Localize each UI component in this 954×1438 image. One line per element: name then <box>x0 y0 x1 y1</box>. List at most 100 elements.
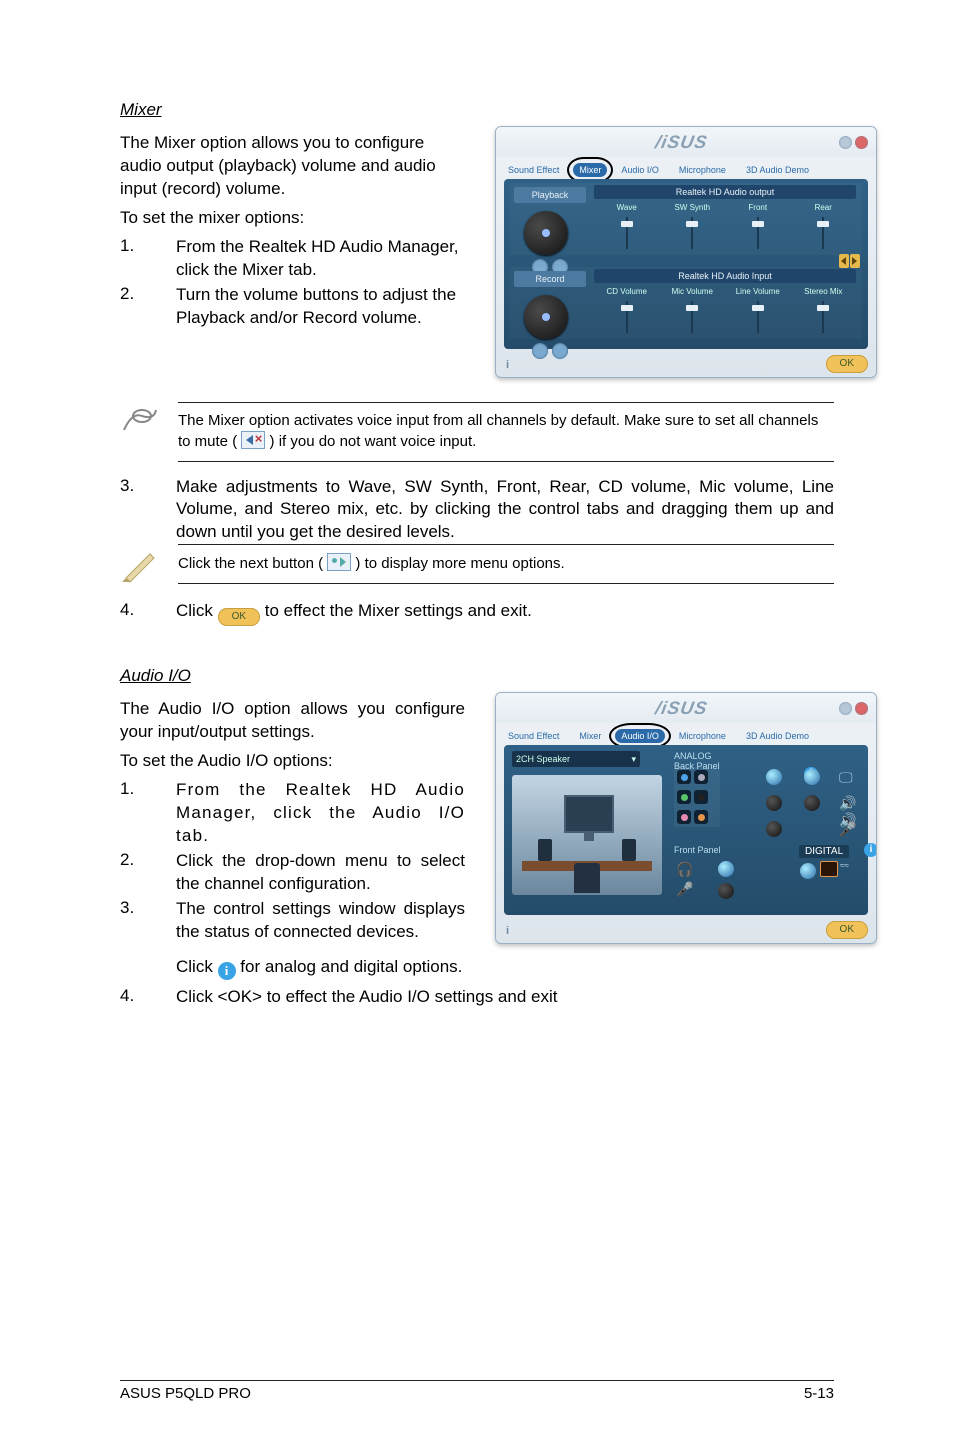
list-text: From the Realtek HD Audio Manager, click… <box>176 779 465 848</box>
tab-audio-io[interactable]: Audio I/O <box>615 729 665 743</box>
mixer-step-1: 1. From the Realtek HD Audio Manager, cl… <box>120 236 465 282</box>
led-icon <box>800 863 816 879</box>
record-mute-btn[interactable] <box>532 343 548 359</box>
list-text: Make adjustments to Wave, SW Synth, Fron… <box>176 476 834 545</box>
slider-cd[interactable]: CD Volume <box>594 285 660 337</box>
jack-line-out[interactable] <box>677 790 691 804</box>
slider-mic[interactable]: Mic Volume <box>660 285 726 337</box>
digital-info-button[interactable]: i <box>864 843 877 857</box>
output-device-header[interactable]: Realtek HD Audio output <box>594 185 856 199</box>
jack-line-in[interactable] <box>677 770 691 784</box>
list-text: The control settings window displays the… <box>176 898 465 944</box>
slider-rear[interactable]: Rear <box>791 201 857 253</box>
window-controls[interactable] <box>839 702 868 715</box>
tab-mixer[interactable]: Mixer <box>573 163 607 177</box>
led-icon <box>766 821 782 837</box>
list-text: Click i for analog and digital options. <box>176 956 834 980</box>
status-leds-1 <box>766 769 782 837</box>
list-number: 1. <box>120 236 148 282</box>
jack-cen-sub[interactable] <box>694 810 708 824</box>
mixer-heading: Mixer <box>120 100 834 120</box>
slider-swsynth[interactable]: SW Synth <box>660 201 726 253</box>
list-number: 3. <box>120 476 148 545</box>
tab-microphone[interactable]: Microphone <box>673 729 732 743</box>
record-volume-knob[interactable] <box>524 295 568 339</box>
prev-sliders-btn[interactable] <box>839 254 849 268</box>
mixer-note-2: Click the next button ( ) to display mor… <box>120 544 834 584</box>
tab-bar: Sound Effect Mixer Audio I/O Microphone … <box>496 157 876 177</box>
speaker-scene <box>512 775 662 895</box>
audioio-step-3b: Click i for analog and digital options. <box>120 956 834 980</box>
tab-audio-io[interactable]: Audio I/O <box>615 163 665 177</box>
panel-info-icon[interactable]: i <box>506 925 509 937</box>
ok-button-inline: OK <box>218 608 260 626</box>
tab-3d-demo[interactable]: 3D Audio Demo <box>740 163 815 177</box>
next-sliders-btn[interactable] <box>850 254 860 268</box>
slider-front[interactable]: Front <box>725 201 791 253</box>
tab-3d-demo[interactable]: 3D Audio Demo <box>740 729 815 743</box>
mixer-setline: To set the mixer options: <box>120 207 465 230</box>
panel-ok-button[interactable]: OK <box>826 355 868 373</box>
audioio-step-1: 1. From the Realtek HD Audio Manager, cl… <box>120 779 465 848</box>
footer-page-number: 5-13 <box>804 1385 834 1402</box>
asus-logo: /iSUS <box>522 698 841 719</box>
audioio-intro: The Audio I/O option allows you configur… <box>120 698 465 744</box>
mixer-step-4: 4. Click OK to effect the Mixer settings… <box>120 600 834 626</box>
pencil-icon <box>120 544 160 584</box>
tab-mixer[interactable]: Mixer <box>573 729 607 743</box>
headphone-icon: 🎧 <box>676 861 693 878</box>
tab-bar: Sound Effect Mixer Audio I/O Microphone … <box>496 723 876 743</box>
footer-product: ASUS P5QLD PRO <box>120 1385 251 1402</box>
audioio-panel-screenshot: /iSUS Sound Effect Mixer Audio I/O Micro… <box>495 692 877 944</box>
playback-sliders: Wave SW Synth Front Rear <box>594 201 856 253</box>
tab-sound-effect[interactable]: Sound Effect <box>502 163 565 177</box>
slider-stereomix[interactable]: Stereo Mix <box>791 285 857 337</box>
mixer-step-2: 2. Turn the volume buttons to adjust the… <box>120 284 465 330</box>
record-sliders: CD Volume Mic Volume Line Volume Stereo … <box>594 285 856 337</box>
mixer-note-1: The Mixer option activates voice input f… <box>120 402 834 462</box>
back-panel-jacks-left <box>674 767 720 827</box>
audioio-step-3: 3. The control settings window displays … <box>120 898 465 944</box>
list-text: Click the drop-down menu to select the c… <box>176 850 465 896</box>
list-number: 2. <box>120 850 148 896</box>
playback-volume-knob[interactable] <box>524 211 568 255</box>
channel-config-select[interactable]: 2CH Speaker <box>512 751 640 767</box>
record-label: Record <box>514 271 586 287</box>
panel-ok-button[interactable]: OK <box>826 921 868 939</box>
list-number: 4. <box>120 986 148 1009</box>
list-number: 3. <box>120 898 148 944</box>
list-number: 2. <box>120 284 148 330</box>
audioio-setline: To set the Audio I/O options: <box>120 750 465 773</box>
asus-logo: /iSUS <box>522 132 841 153</box>
microphone-icon: 🎤 <box>676 881 693 898</box>
front-panel-label: Front Panel <box>674 845 721 855</box>
input-device-header[interactable]: Realtek HD Audio Input <box>594 269 856 283</box>
list-text: From the Realtek HD Audio Manager, click… <box>176 236 465 282</box>
optical-out-icon <box>820 861 838 877</box>
slider-wave[interactable]: Wave <box>594 201 660 253</box>
monitor-icon: 🖵 <box>839 769 867 789</box>
jack-mic[interactable] <box>677 810 691 824</box>
status-leds-2 <box>804 769 820 811</box>
note-icon <box>120 402 160 442</box>
audioio-heading: Audio I/O <box>120 666 834 686</box>
panel-info-icon[interactable]: i <box>506 359 509 371</box>
tab-sound-effect[interactable]: Sound Effect <box>502 729 565 743</box>
list-text: Turn the volume buttons to adjust the Pl… <box>176 284 465 330</box>
digital-label: DIGITAL <box>799 845 849 858</box>
optical-lines-icon: ≈≈ <box>840 861 849 870</box>
window-controls[interactable] <box>839 136 868 149</box>
note-text-b: ) if you do not want voice input. <box>270 433 477 450</box>
playback-label: Playback <box>514 187 586 203</box>
list-number: 4. <box>120 600 148 626</box>
jack-rear[interactable] <box>694 790 708 804</box>
record-opt-btn[interactable] <box>552 343 568 359</box>
tab-microphone[interactable]: Microphone <box>673 163 732 177</box>
mute-icon <box>241 431 265 449</box>
audioio-step-4: 4. Click <OK> to effect the Audio I/O se… <box>120 986 834 1009</box>
led-icon <box>804 769 820 785</box>
led-icon <box>718 883 734 899</box>
led-icon <box>804 795 820 811</box>
jack-side[interactable] <box>694 770 708 784</box>
slider-line[interactable]: Line Volume <box>725 285 791 337</box>
